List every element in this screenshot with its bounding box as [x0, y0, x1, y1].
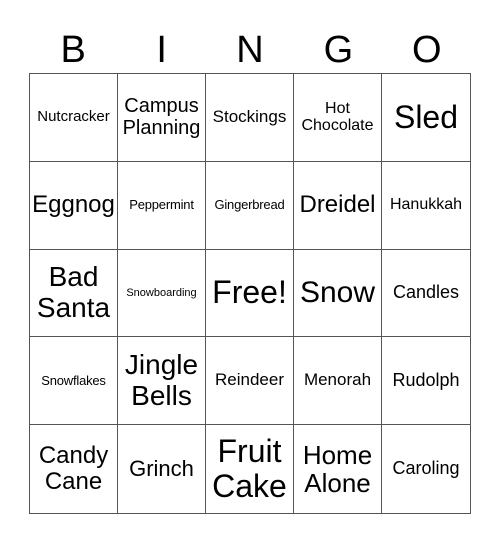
bingo-cell[interactable]: Stockings	[206, 74, 294, 162]
header-letter-n: N	[236, 29, 264, 71]
bingo-cell[interactable]: Candy Cane	[30, 425, 118, 513]
bingo-cell[interactable]: Gingerbread	[206, 161, 294, 250]
bingo-cell[interactable]: Dreidel	[294, 161, 382, 250]
bingo-header: B I N G O	[29, 30, 471, 70]
bingo-cell[interactable]: Bad Santa	[30, 249, 118, 338]
bingo-cell[interactable]: Sled	[382, 74, 470, 162]
header-letter-b: B	[60, 29, 86, 71]
bingo-card-grid: Nutcracker Campus Planning Stockings Hot…	[29, 73, 471, 514]
free-space-cell[interactable]: Free!	[206, 249, 294, 338]
bingo-cell[interactable]: Snowboarding	[118, 249, 206, 338]
bingo-cell[interactable]: Hot Chocolate	[294, 74, 382, 162]
header-letter-i: I	[156, 29, 167, 71]
bingo-cell[interactable]: Peppermint	[118, 161, 206, 250]
bingo-cell[interactable]: Reindeer	[206, 337, 294, 426]
bingo-cell[interactable]: Candles	[382, 250, 470, 338]
header-letter-g: G	[323, 29, 354, 71]
bingo-cell[interactable]: Nutcracker	[30, 74, 118, 162]
bingo-cell[interactable]: Campus Planning	[118, 74, 206, 162]
bingo-cell[interactable]: Jingle Bells	[118, 337, 206, 426]
bingo-cell[interactable]: Fruit Cake	[206, 425, 294, 513]
bingo-cell[interactable]: Rudolph	[382, 337, 470, 426]
bingo-cell[interactable]: Snowflakes	[30, 337, 118, 426]
bingo-cell[interactable]: Grinch	[118, 425, 206, 513]
header-letter-o: O	[412, 29, 442, 71]
bingo-cell[interactable]: Eggnog	[30, 161, 118, 250]
bingo-cell[interactable]: Home Alone	[294, 425, 382, 513]
bingo-cell[interactable]: Snow	[294, 249, 382, 338]
bingo-cell[interactable]: Caroling	[382, 425, 470, 513]
bingo-cell[interactable]: Hanukkah	[382, 162, 470, 250]
bingo-cell[interactable]: Menorah	[294, 337, 382, 426]
